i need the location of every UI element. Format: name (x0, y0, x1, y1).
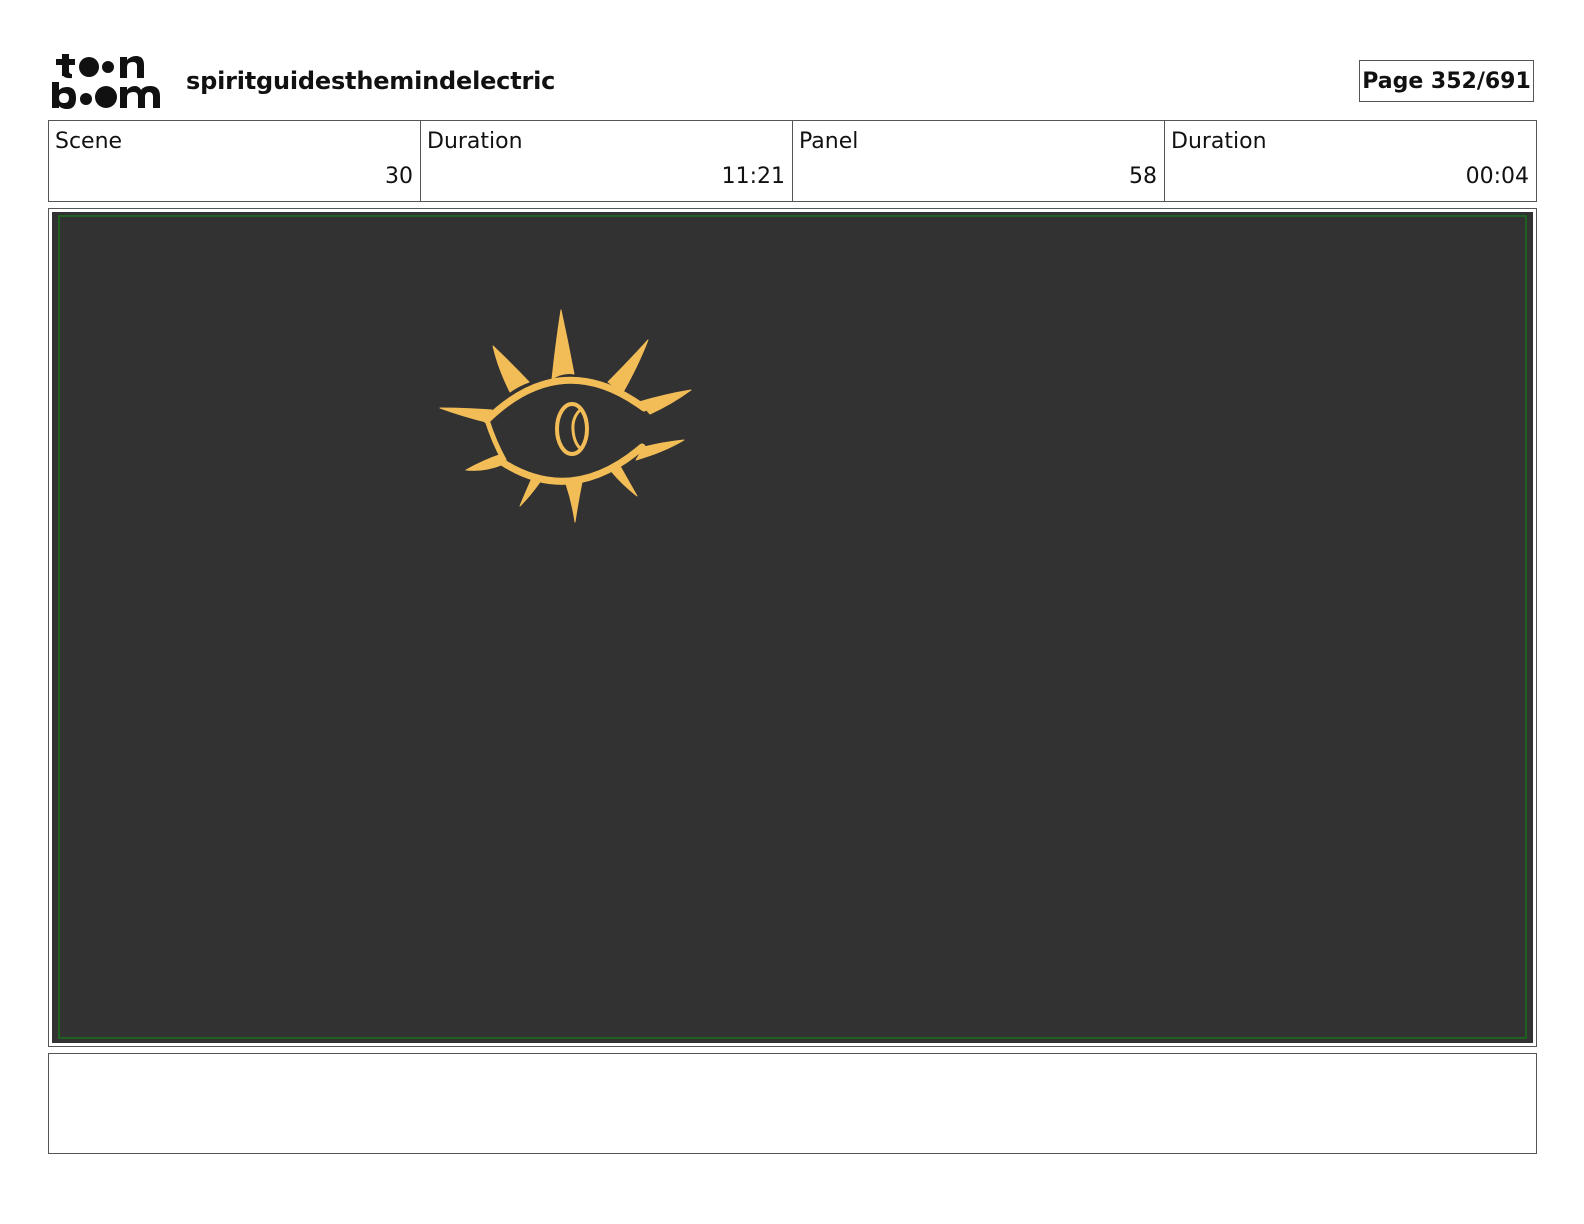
panel-duration-cell: Duration 00:04 (1165, 121, 1536, 201)
page-label: Page 352/691 (1362, 68, 1531, 94)
scene-label: Scene (55, 129, 123, 154)
panel-notes-box (48, 1053, 1537, 1154)
panel-value: 58 (1129, 164, 1157, 189)
scene-duration-cell: Duration 11:21 (421, 121, 793, 201)
page-indicator: Page 352/691 (1359, 60, 1534, 102)
storyboard-panel (48, 208, 1537, 1047)
scene-duration-label: Duration (427, 129, 523, 154)
eye-sun-icon (432, 302, 702, 532)
toon-boom-logo (50, 50, 164, 112)
panel-duration-label: Duration (1171, 129, 1267, 154)
panel-duration-value: 00:04 (1465, 164, 1529, 189)
panel-cell: Panel 58 (793, 121, 1165, 201)
scene-value: 30 (385, 164, 413, 189)
project-title: spiritguidesthemindelectric (186, 67, 556, 95)
scene-info-table: Scene 30 Duration 11:21 Panel 58 Duratio… (48, 120, 1537, 202)
scene-cell: Scene 30 (49, 121, 421, 201)
panel-canvas (52, 212, 1533, 1043)
panel-label: Panel (799, 129, 859, 154)
scene-duration-value: 11:21 (721, 164, 785, 189)
safe-area-frame (58, 215, 1527, 1039)
